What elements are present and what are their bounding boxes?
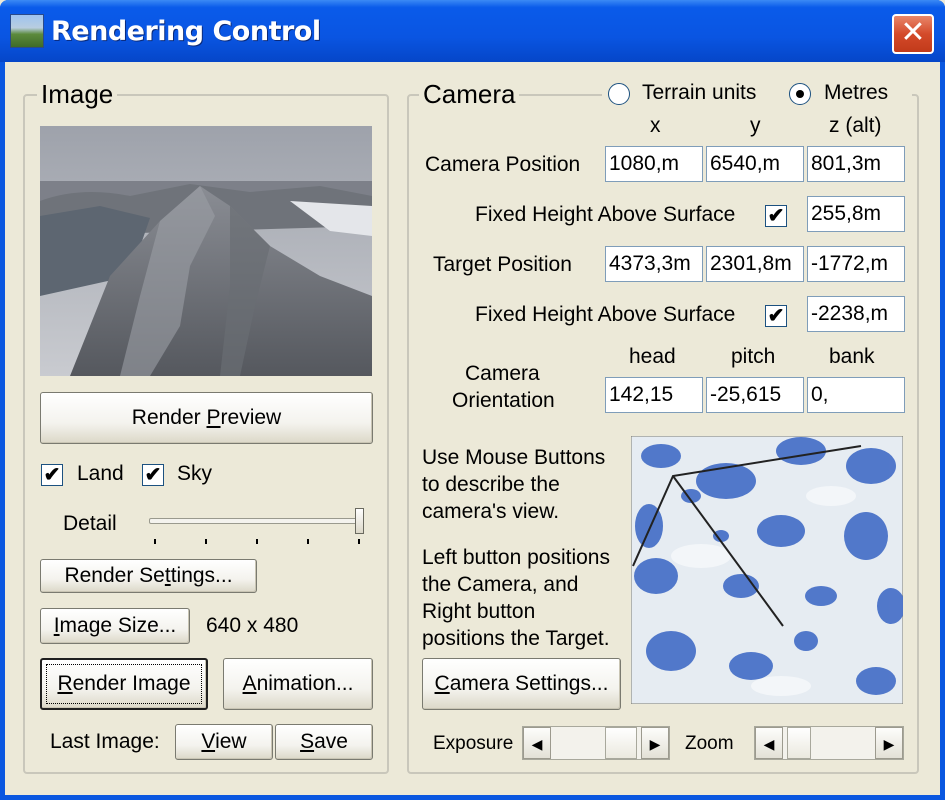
bank-field[interactable]: 0, [807,377,905,413]
last-image-label: Last Image: [50,730,160,753]
exposure-right-arrow-icon[interactable]: ▶ [641,727,669,759]
image-group-label: Image [37,79,118,110]
camera-y-field[interactable]: 6540,m [706,146,804,182]
fixed-height-checkbox-camera[interactable]: ✔ [765,205,787,227]
focus-rect [46,664,202,704]
dialog-client: Image Render Preview ✔ Land ✔ Sky Detail… [5,62,940,795]
help-line: to describe the [422,473,560,496]
render-settings-button[interactable]: Render Settings... [40,559,257,593]
image-size-value: 640 x 480 [206,614,299,637]
land-label: Land [77,462,124,485]
zoom-right-arrow-icon[interactable]: ▶ [875,727,903,759]
column-y-label: y [750,114,761,137]
exposure-thumb[interactable] [605,727,637,759]
zoom-left-arrow-icon[interactable]: ◀ [755,727,783,759]
detail-slider-track[interactable] [149,518,363,524]
camera-settings-button[interactable]: Camera Settings... [422,658,621,710]
detail-tick [358,539,360,544]
window-title: Rendering Control [51,16,321,47]
pitch-field[interactable]: -25,615 [706,377,804,413]
column-bank-label: bank [829,345,875,368]
column-x-label: x [650,114,661,137]
metres-radio[interactable] [789,83,811,105]
camera-z-field[interactable]: 801,3m [807,146,905,182]
detail-tick [256,539,258,544]
close-button[interactable]: ✕ [892,14,934,54]
exposure-left-arrow-icon[interactable]: ◀ [523,727,551,759]
fixed-height-label-target: Fixed Height Above Surface [475,303,736,326]
camera-group-label: Camera [419,79,520,110]
detail-slider-thumb[interactable] [355,508,364,534]
target-x-field[interactable]: 4373,3m [605,246,703,282]
help-line: positions the Target. [422,627,610,650]
animation-button[interactable]: Animation... [223,658,373,710]
help-line: Left button positions [422,546,610,569]
render-preview-image [40,126,372,376]
render-preview-button[interactable]: Render Preview [40,392,373,444]
help-line: Right button [422,600,536,623]
head-field[interactable]: 142,15 [605,377,703,413]
camera-position-label: Camera Position [425,153,581,176]
save-button[interactable]: Save [275,724,373,760]
fixed-height-label-camera: Fixed Height Above Surface [475,203,736,226]
zoom-thumb[interactable] [787,727,811,759]
camera-map-view[interactable] [631,436,903,704]
help-line: the Camera, and [422,573,579,596]
column-pitch-label: pitch [731,345,776,368]
column-head-label: head [629,345,676,368]
detail-tick [307,539,309,544]
sky-checkbox[interactable]: ✔ [142,464,164,486]
image-size-button[interactable]: Image Size... [40,608,190,644]
land-checkbox[interactable]: ✔ [41,464,63,486]
target-position-label: Target Position [433,253,572,276]
render-image-button[interactable]: Render Image [40,658,208,710]
sky-label: Sky [177,462,213,485]
view-button[interactable]: View [175,724,273,760]
terrain-units-label: Terrain units [642,81,757,104]
exposure-scrollbar[interactable]: ◀ ▶ [522,726,670,760]
help-text-2: Left button positions the Camera, and Ri… [422,544,610,652]
camera-x-field[interactable]: 1080,m [605,146,703,182]
target-z-field[interactable]: -1772,m [807,246,905,282]
camera-orientation-label-1: Camera [465,362,540,385]
zoom-scrollbar[interactable]: ◀ ▶ [754,726,904,760]
exposure-label: Exposure [433,733,514,754]
zoom-label: Zoom [685,733,734,754]
title-bar[interactable]: Rendering Control ✕ [0,0,945,62]
help-line: Use Mouse Buttons [422,446,606,469]
fixed-height-camera-field[interactable]: 255,8m [807,196,905,232]
help-line: camera's view. [422,500,560,523]
camera-orientation-label-2: Orientation [452,389,555,412]
metres-label: Metres [824,81,889,104]
target-y-field[interactable]: 2301,8m [706,246,804,282]
terrain-units-radio[interactable] [608,83,630,105]
help-text-1: Use Mouse Buttons to describe the camera… [422,444,605,525]
fixed-height-target-field[interactable]: -2238,m [807,296,905,332]
fixed-height-checkbox-target[interactable]: ✔ [765,305,787,327]
rendering-control-window: Rendering Control ✕ Image Render Preview… [0,0,945,800]
column-z-label: z (alt) [829,114,882,137]
detail-tick [205,539,207,544]
app-terrain-icon [10,14,44,48]
detail-tick [154,539,156,544]
detail-label: Detail [63,512,117,535]
